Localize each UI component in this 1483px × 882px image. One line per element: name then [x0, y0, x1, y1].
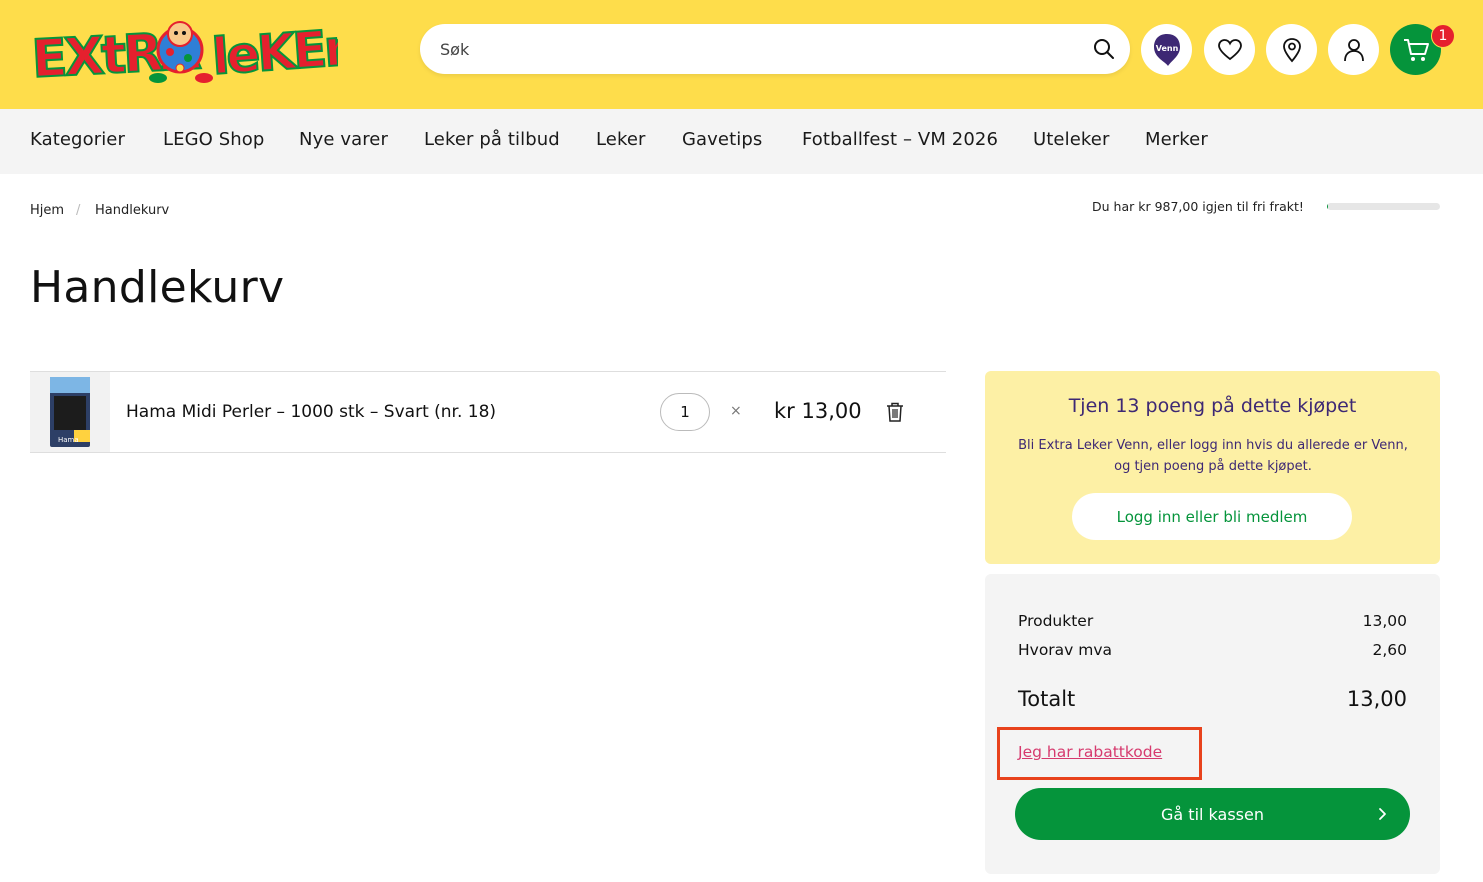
loyalty-points-box: Tjen 13 poeng på dette kjøpet Bli Extra …	[985, 371, 1440, 564]
free-shipping-progress	[1327, 203, 1440, 210]
search-input[interactable]	[440, 37, 1080, 61]
nav-item-leker-pa-tilbud[interactable]: Leker på tilbud	[424, 129, 560, 150]
page-title: Handlekurv	[30, 262, 285, 313]
extra-leker-logo[interactable]: EXtRA leKEr	[29, 12, 352, 92]
breadcrumb-separator: /	[76, 203, 81, 218]
svg-text:Hama: Hama	[58, 436, 79, 444]
shopping-cart-icon	[1403, 38, 1429, 61]
nav-item-gavetips[interactable]: Gavetips	[682, 129, 762, 150]
product-thumbnail[interactable]: Hama	[30, 372, 110, 452]
products-label: Produkter	[1018, 612, 1094, 630]
checkout-button-label: Gå til kassen	[1161, 804, 1264, 824]
nav-item-leker[interactable]: Leker	[596, 129, 646, 150]
loyalty-description: Bli Extra Leker Venn, eller logg inn hvi…	[1018, 438, 1408, 474]
svg-text:leKEr: leKEr	[210, 19, 338, 86]
chevron-right-icon	[1374, 803, 1392, 825]
nav-item-kategorier[interactable]: Kategorier	[30, 129, 125, 150]
breadcrumb-home[interactable]: Hjem	[30, 203, 64, 218]
total-row: Totalt 13,00	[1018, 687, 1407, 711]
heart-icon	[1217, 38, 1242, 60]
site-header: EXtRA leKEr Venn 1	[0, 0, 1483, 109]
products-value: 13,00	[1362, 612, 1407, 630]
nav-item-uteleker[interactable]: Uteleker	[1033, 129, 1109, 150]
cart-line-item: Hama Hama Midi Perler – 1000 stk – Svart…	[30, 371, 946, 453]
nav-item-fotballfest[interactable]: Fotballfest – VM 2026	[802, 129, 998, 150]
vat-value: 2,60	[1372, 641, 1407, 659]
loyalty-title: Tjen 13 poeng på dette kjøpet	[1068, 395, 1357, 417]
svg-text:Venn: Venn	[1155, 44, 1178, 53]
discount-code-link[interactable]: Jeg har rabattkode	[1018, 743, 1162, 761]
multiply-sign: ×	[730, 403, 742, 419]
user-icon	[1343, 38, 1364, 61]
account-button[interactable]	[1328, 24, 1379, 75]
main-navigation: Kategorier LEGO Shop Nye varer Leker på …	[0, 109, 1483, 174]
nav-item-nye-varer[interactable]: Nye varer	[299, 129, 388, 150]
venn-membership-button[interactable]: Venn	[1141, 24, 1192, 75]
order-summary: Produkter 13,00 Hvorav mva 2,60 Totalt 1…	[985, 574, 1440, 874]
search-icon[interactable]	[1092, 37, 1116, 61]
free-shipping-message: Du har kr 987,00 igjen til fri frakt!	[1092, 199, 1304, 214]
location-pin-icon	[1282, 37, 1301, 62]
product-name[interactable]: Hama Midi Perler – 1000 stk – Svart (nr.…	[126, 402, 496, 422]
checkout-button[interactable]: Gå til kassen	[1015, 788, 1410, 840]
quantity-input[interactable]	[660, 393, 710, 431]
login-or-join-button[interactable]: Logg inn eller bli medlem	[1072, 493, 1352, 540]
products-row: Produkter 13,00	[1018, 612, 1407, 630]
total-label: Totalt	[1018, 687, 1076, 711]
search-bar	[420, 24, 1130, 74]
total-value: 13,00	[1346, 687, 1407, 711]
cart-count-badge: 1	[1431, 24, 1455, 48]
vat-row: Hvorav mva 2,60	[1018, 641, 1407, 659]
vat-label: Hvorav mva	[1018, 641, 1113, 659]
wishlist-button[interactable]	[1204, 24, 1255, 75]
nav-item-lego-shop[interactable]: LEGO Shop	[163, 129, 264, 150]
store-locator-button[interactable]	[1266, 24, 1317, 75]
trash-icon[interactable]	[885, 401, 905, 423]
venn-icon: Venn	[1153, 33, 1180, 66]
nav-item-merker[interactable]: Merker	[1145, 129, 1208, 150]
line-price: kr 13,00	[774, 399, 862, 423]
breadcrumb-current: Handlekurv	[95, 203, 170, 218]
free-shipping-progress-fill	[1327, 203, 1329, 210]
